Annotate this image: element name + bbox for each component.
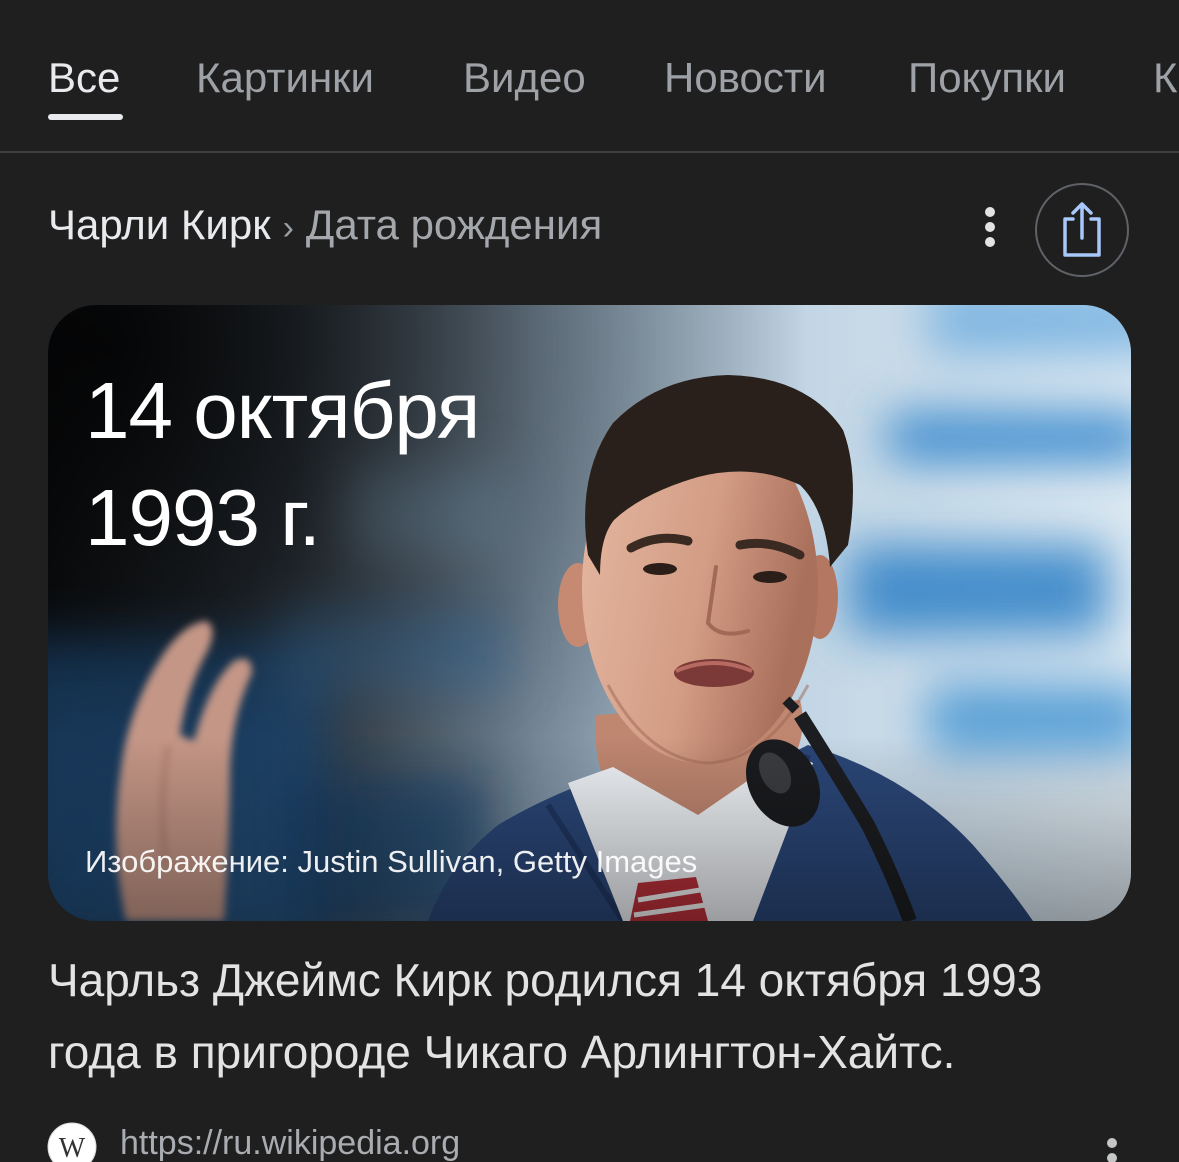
dot bbox=[985, 222, 995, 232]
tab-truncated[interactable]: К bbox=[1153, 53, 1179, 103]
source-url[interactable]: https://ru.wikipedia.org bbox=[120, 1123, 620, 1162]
dot bbox=[1107, 1153, 1117, 1162]
breadcrumb: Чарли Кирк › Дата рождения bbox=[48, 200, 602, 250]
tab-videos[interactable]: Видео bbox=[463, 53, 586, 103]
tab-all[interactable]: Все bbox=[48, 53, 120, 103]
share-icon-arrow bbox=[1071, 202, 1093, 240]
tabs-divider bbox=[0, 151, 1179, 153]
share-icon bbox=[1063, 202, 1101, 257]
tab-news[interactable]: Новости bbox=[664, 53, 827, 103]
answer-image-card[interactable]: 14 октября 1993 г. Изображение: Justin S… bbox=[48, 305, 1131, 921]
breadcrumb-entity[interactable]: Чарли Кирк bbox=[48, 201, 271, 248]
breadcrumb-separator: › bbox=[282, 209, 294, 247]
wikipedia-favicon-icon[interactable]: W bbox=[47, 1122, 97, 1162]
favicon-letter: W bbox=[59, 1133, 86, 1162]
image-credit: Изображение: Justin Sullivan, Getty Imag… bbox=[85, 844, 698, 879]
source-more-icon[interactable] bbox=[1104, 1132, 1120, 1162]
answer-description-line: года в пригороде Чикаго Арлингтон-Хайтс. bbox=[48, 1026, 956, 1078]
search-results-page: Все Картинки Видео Новости Покупки К Чар… bbox=[0, 0, 1179, 1162]
dot bbox=[985, 237, 995, 247]
share-button[interactable] bbox=[1035, 183, 1129, 277]
dot bbox=[1107, 1138, 1117, 1148]
tab-shopping[interactable]: Покупки bbox=[908, 53, 1066, 103]
active-tab-indicator bbox=[48, 114, 123, 120]
answer-description-line: Чарльз Джеймс Кирк родился 14 октября 19… bbox=[48, 954, 1043, 1006]
more-vert-icon[interactable] bbox=[978, 200, 1002, 254]
tab-images[interactable]: Картинки bbox=[196, 53, 374, 103]
answer-date: 14 октября 1993 г. bbox=[85, 366, 480, 562]
dot bbox=[985, 207, 995, 217]
breadcrumb-attribute: Дата рождения bbox=[305, 201, 603, 248]
